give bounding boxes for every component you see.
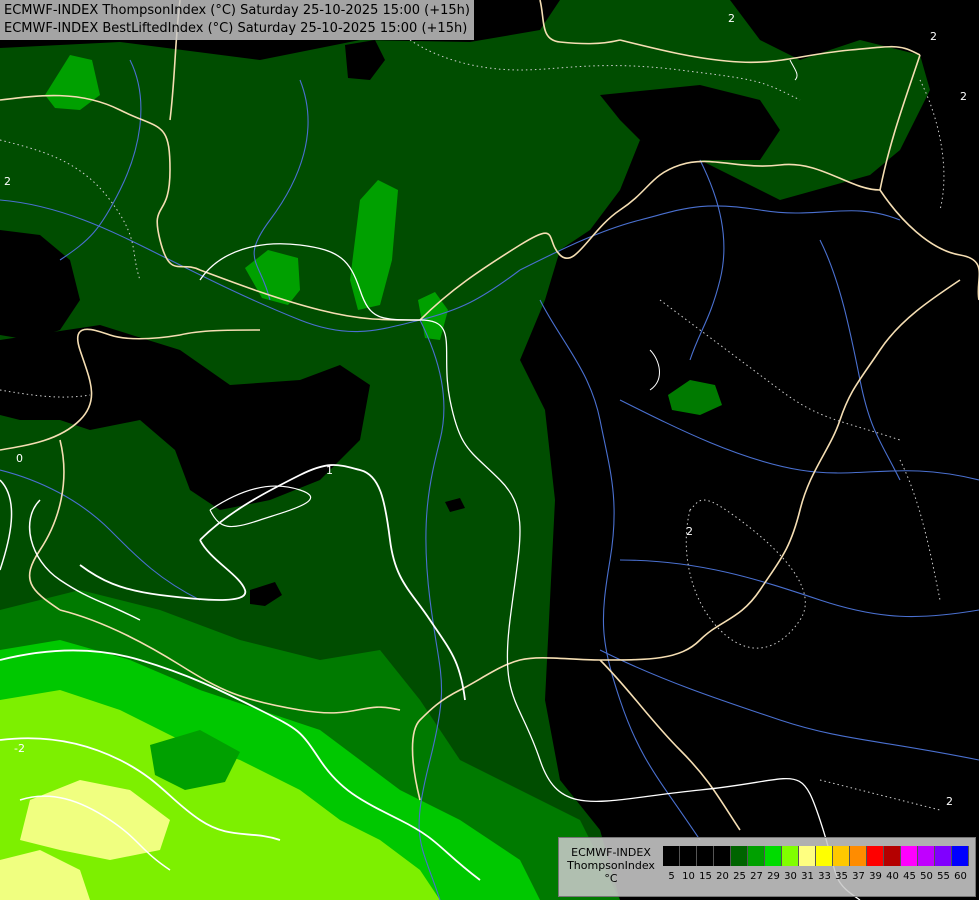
legend-swatch: [748, 846, 765, 866]
legend-swatch: [697, 846, 714, 866]
legend-swatch: [731, 846, 748, 866]
legend-swatch: [663, 846, 680, 866]
legend-swatch: [935, 846, 952, 866]
legend-color-bar: [663, 846, 969, 866]
contour-label: 0: [16, 452, 23, 465]
legend-tick: 29: [767, 871, 780, 882]
legend-tick: 35: [835, 871, 848, 882]
contour-label: 2: [728, 12, 735, 25]
legend-tick: 39: [869, 871, 882, 882]
contour-label: 2: [960, 90, 967, 103]
contour-label: 1: [326, 464, 333, 477]
legend-swatch: [714, 846, 731, 866]
legend-parameter: ThompsonIndex: [567, 859, 655, 872]
contour-label: 2: [4, 175, 11, 188]
legend-swatch: [765, 846, 782, 866]
legend-swatch: [867, 846, 884, 866]
legend-tick: 31: [801, 871, 814, 882]
legend-labels: ECMWF-INDEX ThompsonIndex °C: [563, 846, 659, 885]
legend-tick-labels: 5 10 15 20 25 27 29 30 31 33 35 37 39 40 45 50 55 60: [663, 871, 969, 883]
legend-swatch: [816, 846, 833, 866]
title-thompson-index: ECMWF-INDEX ThompsonIndex (°C) Saturday …: [4, 3, 470, 18]
legend-tick: 15: [699, 871, 712, 882]
legend-tick: 60: [954, 871, 967, 882]
legend-swatch: [952, 846, 969, 866]
legend-swatch: [833, 846, 850, 866]
legend-tick: 37: [852, 871, 865, 882]
legend-tick: 5: [668, 871, 675, 882]
contour-label: 2: [686, 525, 693, 538]
legend-swatch: [782, 846, 799, 866]
legend-tick: 50: [920, 871, 933, 882]
legend-tick: 10: [682, 871, 695, 882]
legend-tick: 55: [937, 871, 950, 882]
legend-swatch: [884, 846, 901, 866]
title-best-lifted-index: ECMWF-INDEX BestLiftedIndex (°C) Saturda…: [4, 21, 468, 36]
legend-swatch: [850, 846, 867, 866]
contour-label: 2: [930, 30, 937, 43]
legend-model: ECMWF-INDEX: [571, 846, 651, 859]
legend-swatch: [901, 846, 918, 866]
legend-tick: 20: [716, 871, 729, 882]
legend-tick: 33: [818, 871, 831, 882]
legend-tick: 30: [784, 871, 797, 882]
map-title-box: ECMWF-INDEX ThompsonIndex (°C) Saturday …: [0, 0, 474, 40]
legend-tick: 27: [750, 871, 763, 882]
legend-tick: 45: [903, 871, 916, 882]
legend-tick: 25: [733, 871, 746, 882]
legend-swatch: [799, 846, 816, 866]
legend-swatch: [680, 846, 697, 866]
legend-unit: °C: [604, 872, 618, 885]
color-legend: ECMWF-INDEX ThompsonIndex °C 5 10 15 20 25 27…: [558, 837, 976, 897]
weather-map: 2 2 2 0 1 2 -2 2 2: [0, 0, 979, 900]
contour-label: -2: [14, 742, 25, 755]
legend-swatch: [918, 846, 935, 866]
contour-label: 2: [946, 795, 953, 808]
legend-tick: 40: [886, 871, 899, 882]
